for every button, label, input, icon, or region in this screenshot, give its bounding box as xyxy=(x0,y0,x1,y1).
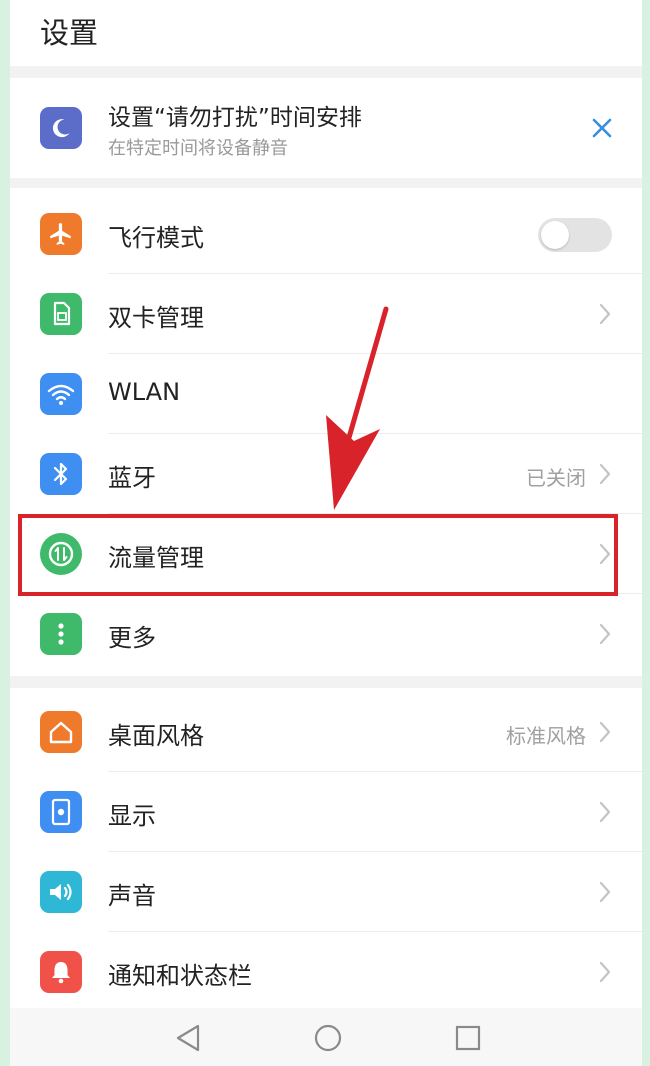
settings-item-label: 蓝牙 xyxy=(108,464,156,492)
airplane-mode-toggle[interactable] xyxy=(538,218,612,252)
more-icon xyxy=(40,613,82,655)
home-button[interactable] xyxy=(310,1020,346,1056)
connectivity-group: 飞行模式 双卡管理 WLAN 蓝牙 已关闭 流量管理 更多 xyxy=(10,188,642,676)
wifi-icon xyxy=(40,373,82,415)
close-icon xyxy=(592,118,612,138)
navigation-bar xyxy=(10,1008,642,1066)
speaker-icon xyxy=(40,871,82,913)
chevron-right-icon xyxy=(599,543,611,565)
home-style-value: 标准风格 xyxy=(506,724,586,748)
chevron-right-icon xyxy=(599,961,611,983)
settings-item-label: 双卡管理 xyxy=(108,304,204,332)
settings-item-notifications[interactable]: 通知和状态栏 xyxy=(10,932,642,1012)
airplane-icon xyxy=(40,213,82,255)
recents-icon xyxy=(455,1025,481,1051)
sim-card-icon xyxy=(40,293,82,335)
settings-item-data-usage[interactable]: 流量管理 xyxy=(10,514,642,594)
dnd-suggestion-card[interactable]: 设置“请勿打扰”时间安排 在特定时间将设备静音 xyxy=(10,78,642,178)
settings-item-home-style[interactable]: 桌面风格 标准风格 xyxy=(10,692,642,772)
data-usage-icon xyxy=(40,533,82,575)
settings-item-label: 更多 xyxy=(108,624,156,652)
recents-button[interactable] xyxy=(450,1020,486,1056)
back-button[interactable] xyxy=(170,1020,206,1056)
header: 设置 xyxy=(10,0,642,66)
bluetooth-status: 已关闭 xyxy=(526,466,586,490)
settings-item-airplane-mode[interactable]: 飞行模式 xyxy=(10,194,642,274)
page-title: 设置 xyxy=(40,16,99,50)
moon-icon xyxy=(40,107,82,149)
settings-item-bluetooth[interactable]: 蓝牙 已关闭 xyxy=(10,434,642,514)
bluetooth-icon xyxy=(40,453,82,495)
display-icon xyxy=(40,791,82,833)
settings-item-label: 桌面风格 xyxy=(108,722,204,750)
settings-item-more[interactable]: 更多 xyxy=(10,594,642,674)
chevron-right-icon xyxy=(599,721,611,743)
settings-item-label: 声音 xyxy=(108,882,156,910)
bell-icon xyxy=(40,951,82,993)
chevron-right-icon xyxy=(599,623,611,645)
personalization-group: 桌面风格 标准风格 显示 声音 通知和状态栏 xyxy=(10,688,642,1008)
home-icon xyxy=(40,711,82,753)
settings-item-wlan[interactable]: WLAN xyxy=(10,354,642,434)
settings-item-display[interactable]: 显示 xyxy=(10,772,642,852)
home-circle-icon xyxy=(314,1024,342,1052)
settings-item-label: WLAN xyxy=(108,378,181,406)
dnd-title: 设置“请勿打扰”时间安排 xyxy=(108,105,362,131)
chevron-right-icon xyxy=(599,303,611,325)
settings-item-label: 通知和状态栏 xyxy=(108,962,252,990)
settings-screen: 设置 设置“请勿打扰”时间安排 在特定时间将设备静音 飞行模式 双卡管理 WLA… xyxy=(10,0,642,1066)
chevron-right-icon xyxy=(599,881,611,903)
settings-item-sound[interactable]: 声音 xyxy=(10,852,642,932)
back-icon xyxy=(176,1024,200,1052)
toggle-knob xyxy=(541,221,569,249)
chevron-right-icon xyxy=(599,463,611,485)
settings-item-dual-sim[interactable]: 双卡管理 xyxy=(10,274,642,354)
settings-item-label: 流量管理 xyxy=(108,544,204,572)
dnd-subtitle: 在特定时间将设备静音 xyxy=(108,138,288,159)
chevron-right-icon xyxy=(599,801,611,823)
settings-item-label: 显示 xyxy=(108,802,156,830)
settings-item-label: 飞行模式 xyxy=(108,224,204,252)
close-button[interactable] xyxy=(584,110,620,146)
